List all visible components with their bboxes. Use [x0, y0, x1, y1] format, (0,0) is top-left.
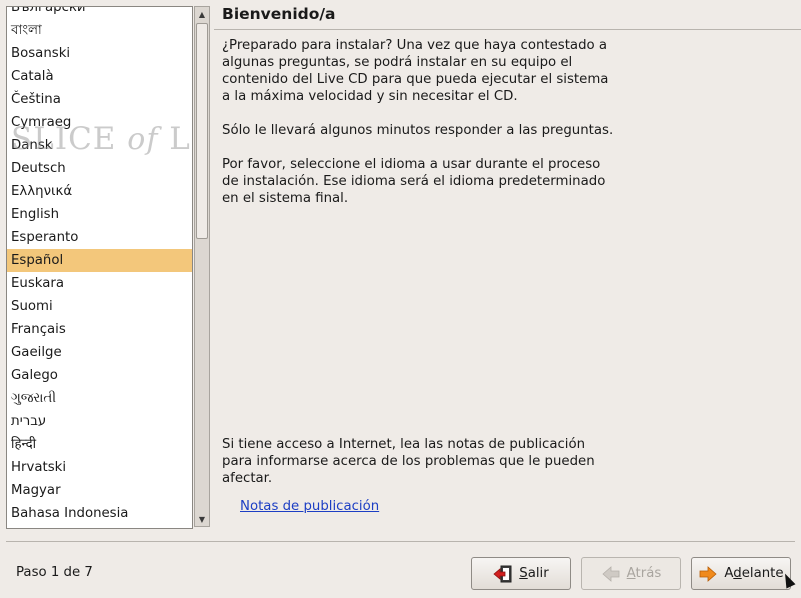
release-notes-paragraph: Si tiene acceso a Internet, lea las nota… — [222, 437, 595, 486]
title-divider — [214, 29, 801, 30]
language-item[interactable]: Español — [7, 249, 192, 272]
language-list-scrollbar[interactable]: ▲ ▼ — [194, 6, 210, 527]
duration-paragraph: Sólo le llevará algunos minutos responde… — [222, 123, 614, 138]
language-item[interactable]: English — [7, 203, 192, 226]
back-button[interactable]: Atrás — [581, 557, 681, 590]
language-item[interactable]: Galego — [7, 364, 192, 387]
language-item[interactable]: Български — [7, 7, 192, 19]
footer-divider — [6, 541, 795, 542]
next-button-label: Adelante — [724, 566, 784, 581]
language-item[interactable]: हिन्दी — [7, 433, 192, 456]
language-item[interactable]: Català — [7, 65, 192, 88]
language-item[interactable]: Čeština — [7, 88, 192, 111]
language-item[interactable]: Euskara — [7, 272, 192, 295]
language-item[interactable]: Esperanto — [7, 226, 192, 249]
language-item[interactable]: Bosanski — [7, 42, 192, 65]
scroll-up-arrow-icon[interactable]: ▲ — [195, 7, 209, 21]
language-list-items: Български বাংলা Bosanski Català Čeština Cymra… — [7, 7, 192, 525]
language-item[interactable]: Magyar — [7, 479, 192, 502]
language-item[interactable]: Gaeilge — [7, 341, 192, 364]
quit-door-icon — [493, 565, 513, 583]
quit-button[interactable]: Salir — [471, 557, 571, 590]
language-item[interactable]: Suomi — [7, 295, 192, 318]
language-item[interactable]: ગુજરાતી — [7, 387, 192, 410]
language-item[interactable]: Hrvatski — [7, 456, 192, 479]
language-item[interactable]: বাংলা — [7, 19, 192, 42]
language-instruction-paragraph: Por favor, seleccione el idioma a usar d… — [222, 157, 606, 206]
scroll-down-arrow-icon[interactable]: ▼ — [195, 512, 209, 526]
language-item[interactable]: Dansk — [7, 134, 192, 157]
page-title: Bienvenido/a — [222, 5, 336, 23]
language-item[interactable]: עברית — [7, 410, 192, 433]
release-notes-link[interactable]: Notas de publicación — [240, 499, 379, 514]
language-item[interactable]: Bahasa Indonesia — [7, 502, 192, 525]
scrollbar-thumb[interactable] — [196, 23, 208, 239]
intro-paragraph: ¿Preparado para instalar? Una vez que ha… — [222, 38, 609, 104]
language-item[interactable]: Français — [7, 318, 192, 341]
arrow-right-icon — [698, 565, 718, 583]
step-indicator: Paso 1 de 7 — [16, 565, 93, 580]
next-button[interactable]: Adelante — [691, 557, 791, 590]
arrow-left-icon — [601, 565, 621, 583]
language-item[interactable]: Deutsch — [7, 157, 192, 180]
language-list[interactable]: Български বাংলা Bosanski Català Čeština Cymra… — [6, 6, 193, 529]
back-button-label: Atrás — [626, 566, 662, 581]
language-item[interactable]: Cymraeg — [7, 111, 192, 134]
language-item[interactable]: Ελληνικά — [7, 180, 192, 203]
quit-button-label: Salir — [519, 566, 549, 581]
